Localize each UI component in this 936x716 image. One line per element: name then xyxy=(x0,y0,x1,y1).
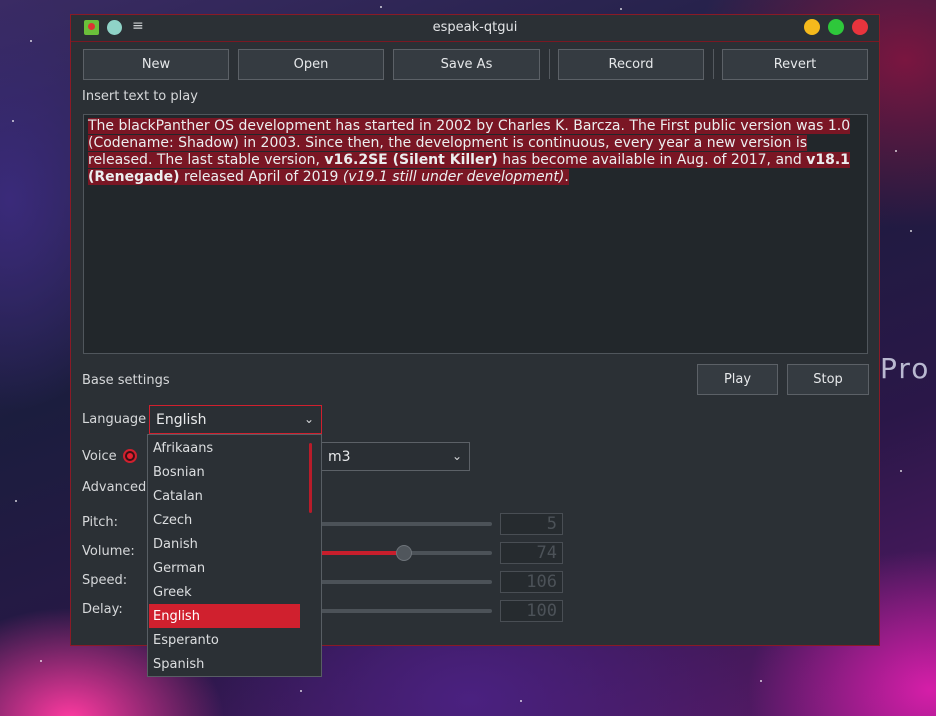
value-display: 100 xyxy=(500,600,563,622)
toolbar-separator xyxy=(549,49,550,79)
slider-label: Volume: xyxy=(82,544,135,559)
slider-label: Speed: xyxy=(82,573,128,588)
language-option[interactable]: Catalan xyxy=(149,484,300,508)
language-option[interactable]: Greek xyxy=(149,580,300,604)
text-italic: (v19.1 still under development) xyxy=(342,169,565,185)
new-button[interactable]: New xyxy=(83,49,229,80)
language-option[interactable]: Afrikaans xyxy=(149,436,300,460)
slider-handle[interactable] xyxy=(396,545,412,561)
slider-label: Delay: xyxy=(82,602,123,617)
language-option[interactable]: Spanish xyxy=(149,652,300,676)
language-select[interactable]: English ⌄ xyxy=(149,405,322,434)
value-display: 74 xyxy=(500,542,563,564)
voice-label: Voice xyxy=(82,449,117,464)
text-input-label: Insert text to play xyxy=(82,89,198,104)
value-display: 106 xyxy=(500,571,563,593)
voice-value: m3 xyxy=(328,449,351,465)
text-input-area[interactable]: The blackPanther OS development has star… xyxy=(83,114,868,354)
stop-button[interactable]: Stop xyxy=(787,364,869,395)
record-button[interactable]: Record xyxy=(558,49,704,80)
language-value: English xyxy=(156,412,207,428)
close-button[interactable] xyxy=(852,19,868,35)
title-bar[interactable]: ≡ espeak-qtgui xyxy=(71,15,879,42)
base-settings-label: Base settings xyxy=(82,373,170,388)
language-option[interactable]: Esperanto xyxy=(149,628,300,652)
language-option[interactable]: German xyxy=(149,556,300,580)
language-label: Language xyxy=(82,412,147,427)
language-option[interactable]: Bosnian xyxy=(149,460,300,484)
scrollbar[interactable] xyxy=(309,443,312,513)
value-display: 5 xyxy=(500,513,563,535)
toolbar-separator xyxy=(713,49,714,79)
voice-radio[interactable] xyxy=(123,449,137,463)
chevron-down-icon: ⌄ xyxy=(303,412,314,426)
text-span: has become available in Aug. of 2017, an… xyxy=(497,152,807,168)
revert-button[interactable]: Revert xyxy=(722,49,868,80)
maximize-button[interactable] xyxy=(828,19,844,35)
advanced-settings-label: Advanced s xyxy=(82,480,158,495)
window-title: espeak-qtgui xyxy=(432,20,518,35)
language-dropdown[interactable]: Afrikaans Bosnian Catalan Czech Danish German… xyxy=(147,434,322,677)
language-option[interactable]: Danish xyxy=(149,532,300,556)
slider-label: Pitch: xyxy=(82,515,119,530)
open-button[interactable]: Open xyxy=(238,49,384,80)
chevron-down-icon: ⌄ xyxy=(451,449,462,463)
play-button[interactable]: Play xyxy=(697,364,778,395)
text-span: . xyxy=(564,169,569,185)
desktop-text: Pro xyxy=(880,352,931,385)
text-span: released April of 2019 xyxy=(179,169,343,185)
language-option[interactable]: Czech xyxy=(149,508,300,532)
voice-select[interactable]: m3 ⌄ xyxy=(321,442,470,471)
language-option[interactable]: English xyxy=(149,604,300,628)
minimize-button[interactable] xyxy=(804,19,820,35)
save-as-button[interactable]: Save As xyxy=(393,49,540,80)
text-bold: v16.2SE (Silent Killer) xyxy=(324,152,498,168)
